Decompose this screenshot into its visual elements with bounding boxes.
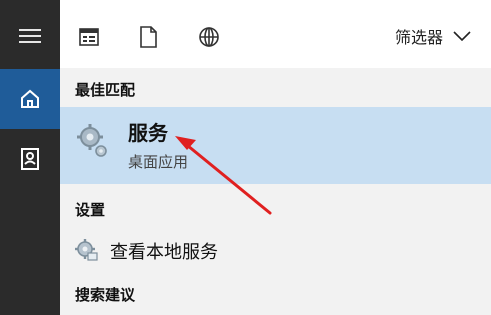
gear-services-icon xyxy=(77,124,107,157)
search-suggestions-header: 搜索建议 xyxy=(75,286,136,304)
document-icon xyxy=(140,26,157,48)
chevron-down-icon xyxy=(453,31,471,41)
apps-tab[interactable] xyxy=(74,22,104,52)
settings-header: 设置 xyxy=(75,201,106,219)
documents-tab[interactable] xyxy=(133,22,163,52)
app-list-icon xyxy=(79,28,99,46)
web-tab[interactable] xyxy=(194,22,224,52)
filter-label: 筛选器 xyxy=(394,28,443,47)
hamburger-menu-icon xyxy=(19,29,41,43)
left-sidebar xyxy=(0,0,60,315)
gear-settings-icon xyxy=(75,239,98,261)
home-icon xyxy=(21,89,39,108)
home-button[interactable] xyxy=(0,69,60,129)
settings-item-label: 查看本地服务 xyxy=(110,242,218,263)
best-match-item-services[interactable]: 服务 桌面应用 xyxy=(60,107,491,184)
best-match-subtitle: 桌面应用 xyxy=(128,153,189,171)
search-panel: 筛选器 最佳匹配 服务 桌面应用 设置 查看本地服务 搜索建议 xyxy=(60,0,491,315)
user-icon xyxy=(21,148,39,170)
menu-button[interactable] xyxy=(0,8,60,64)
settings-item-view-local-services[interactable]: 查看本地服务 xyxy=(60,230,491,270)
best-match-header: 最佳匹配 xyxy=(75,81,136,99)
best-match-title: 服务 xyxy=(128,121,168,145)
filter-dropdown[interactable]: 筛选器 xyxy=(395,24,471,48)
user-button[interactable] xyxy=(0,131,60,187)
search-topbar: 筛选器 xyxy=(60,0,491,68)
globe-icon xyxy=(199,27,219,47)
